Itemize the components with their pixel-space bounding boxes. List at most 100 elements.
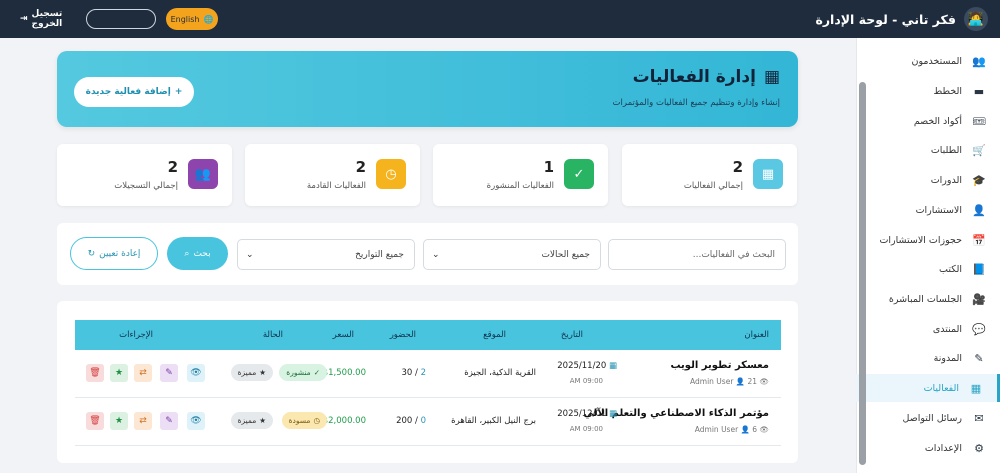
table-row: معسكر تطوير الويب 👁 21 👤 Admin User ▦ 20… — [75, 350, 781, 398]
status-label: مسودة — [288, 416, 311, 425]
toggle-status-button[interactable]: ⇄ — [134, 364, 152, 382]
edit-icon: ✎ — [165, 368, 173, 378]
search-input[interactable]: البحث في الفعاليات... — [608, 239, 786, 270]
sidebar-item-bookings[interactable]: 📅 حجوزات الاستشارات — [856, 226, 1000, 254]
events-table-card: العنوان التاريخ الموقع الحضور السعر الحا… — [57, 301, 798, 463]
calendar-check-icon: 📅 — [972, 233, 986, 247]
sidebar-item-settings[interactable]: ⚙ الإعدادات — [856, 434, 1000, 462]
page-title: إدارة الفعاليات — [632, 67, 756, 87]
featured-badge: ★ مميزة — [230, 364, 273, 381]
sidebar-item-messages[interactable]: ✉ رسائل التواصل — [856, 404, 1000, 432]
top-bar: 🧑‍💻 فكر تاني - لوحة الإدارة ⇥ تسجيل الخر… — [0, 0, 1000, 38]
sidebar-item-label: الطلبات — [930, 144, 962, 156]
sidebar-item-label: الفعاليات — [923, 382, 959, 394]
status-badge: ◷ مسودة — [281, 412, 327, 429]
col-status: الحالة — [262, 330, 283, 340]
reset-label: إعادة تعيين — [99, 248, 141, 259]
feature-button[interactable]: ★ — [110, 412, 128, 430]
sidebar-item-label: الاستشارات — [915, 204, 962, 216]
sidebar-item-users[interactable]: 👥 المستخدمون — [856, 47, 1000, 75]
status-badge: ✓ منشورة — [279, 364, 327, 381]
sidebar-item-events[interactable]: ▦ الفعاليات — [856, 374, 1000, 402]
col-title: العنوان — [744, 330, 769, 340]
event-meta: 👁 6 👤 Admin User — [695, 425, 769, 434]
event-time: 09:00 AM — [569, 377, 603, 385]
view-button[interactable]: 👁 — [187, 412, 205, 430]
views-count: 6 — [752, 425, 758, 434]
users-icon: 👥 — [188, 159, 218, 189]
sidebar-item-label: المدونة — [933, 352, 962, 364]
brand-logo-icon: 🧑‍💻 — [964, 7, 988, 31]
clock-icon: ◷ — [313, 416, 320, 425]
sidebar-item-plans[interactable]: ▬ الخطط — [856, 77, 1000, 105]
event-date: ▦ 2025/11/20 — [557, 361, 617, 371]
toggle-status-button[interactable]: ⇄ — [134, 412, 152, 430]
stat-card-published-events: ✓ 1 الفعاليات المنشورة — [433, 144, 608, 206]
ticket-icon: 🎟 — [972, 114, 986, 128]
trash-icon: 🗑 — [89, 368, 101, 378]
sidebar-item-live-sessions[interactable]: 🎥 الجلسات المباشرة — [856, 285, 1000, 313]
language-label: English — [170, 14, 200, 24]
logout-icon: ⇥ — [20, 14, 28, 24]
delete-button[interactable]: 🗑 — [86, 364, 104, 382]
sidebar-item-label: المنتدى — [932, 323, 962, 335]
stat-card-upcoming-events: ◷ 2 الفعاليات القادمة — [245, 144, 420, 206]
view-button[interactable]: 👁 — [187, 364, 205, 382]
event-price: $1,500.00 — [322, 368, 366, 378]
event-meta: 👁 21 👤 Admin User — [690, 377, 769, 386]
star-icon: ★ — [259, 368, 266, 377]
blog-icon: ✎ — [974, 351, 984, 365]
col-price: السعر — [332, 330, 354, 340]
chevron-down-icon: ⌄ — [246, 249, 254, 260]
reset-button[interactable]: إعادة تعيين ↻ — [70, 237, 158, 270]
featured-badge: ★ مميزة — [230, 412, 273, 429]
sidebar-item-label: الخطط — [933, 85, 962, 97]
users-icon: 👥 — [972, 54, 986, 68]
event-location: برج النيل الكبير، القاهرة — [451, 416, 536, 426]
chevron-down-icon: ⌄ — [432, 249, 440, 260]
envelope-icon: ✉ — [974, 411, 984, 425]
sidebar-item-label: أكواد الخصم — [913, 115, 962, 127]
sidebar-item-forum[interactable]: 💬 المنتدى — [856, 315, 1000, 343]
sidebar-item-blog[interactable]: ✎ المدونة — [856, 344, 1000, 372]
event-time: 09:00 AM — [569, 425, 603, 433]
refresh-icon: ⇄ — [139, 416, 147, 426]
filters-panel: البحث في الفعاليات... جميع الحالات ⌄ جمي… — [57, 223, 798, 285]
brand[interactable]: 🧑‍💻 فكر تاني - لوحة الإدارة — [815, 0, 988, 38]
sidebar-scrollbar[interactable] — [859, 82, 866, 465]
graduation-icon: 🎓 — [972, 173, 986, 187]
status-value: جميع الحالات — [541, 249, 590, 260]
language-switch-button[interactable]: English 🌐 — [166, 8, 218, 30]
stat-value: 2 — [167, 158, 178, 176]
event-attendance: 0 / 200 — [396, 416, 426, 426]
capacity: / 30 — [401, 368, 418, 378]
sidebar-item-orders[interactable]: 🛒 الطلبات — [856, 136, 1000, 164]
status-select[interactable]: جميع الحالات ⌄ — [423, 239, 601, 270]
user-menu-button[interactable] — [86, 9, 156, 29]
search-button[interactable]: بحث ⌕ — [167, 237, 228, 270]
table-row: مؤتمر الذكاء الاصطناعي والتعلم الآلي 👁 6… — [75, 398, 781, 446]
featured-label: مميزة — [237, 368, 257, 377]
edit-button[interactable]: ✎ — [160, 364, 178, 382]
eye-icon: 👁 — [759, 425, 769, 434]
page-title-wrap: ▦ إدارة الفعاليات — [633, 67, 780, 87]
logout-button[interactable]: ⇥ تسجيل الخروج — [20, 9, 76, 29]
add-event-button[interactable]: + إضافة فعالية جديدة — [74, 77, 194, 107]
stat-label: إجمالي الفعاليات — [683, 181, 743, 191]
check-icon: ✓ — [313, 368, 320, 377]
star-icon: ★ — [114, 368, 124, 378]
search-icon: ⌕ — [184, 248, 190, 259]
sidebar-item-courses[interactable]: 🎓 الدورات — [856, 166, 1000, 194]
stat-value: 1 — [543, 158, 554, 176]
sidebar-item-books[interactable]: 📘 الكتب — [856, 255, 1000, 283]
delete-button[interactable]: 🗑 — [86, 412, 104, 430]
sidebar-item-label: حجوزات الاستشارات — [879, 234, 962, 246]
edit-button[interactable]: ✎ — [160, 412, 178, 430]
feature-button[interactable]: ★ — [110, 364, 128, 382]
event-title[interactable]: معسكر تطوير الويب — [670, 360, 769, 371]
clock-icon: ◷ — [376, 159, 406, 189]
views-count: 21 — [747, 377, 758, 386]
sidebar-item-consultations[interactable]: 👤 الاستشارات — [856, 196, 1000, 224]
sidebar-item-coupons[interactable]: 🎟 أكواد الخصم — [856, 107, 1000, 135]
date-select[interactable]: جميع التواريخ ⌄ — [237, 239, 415, 270]
